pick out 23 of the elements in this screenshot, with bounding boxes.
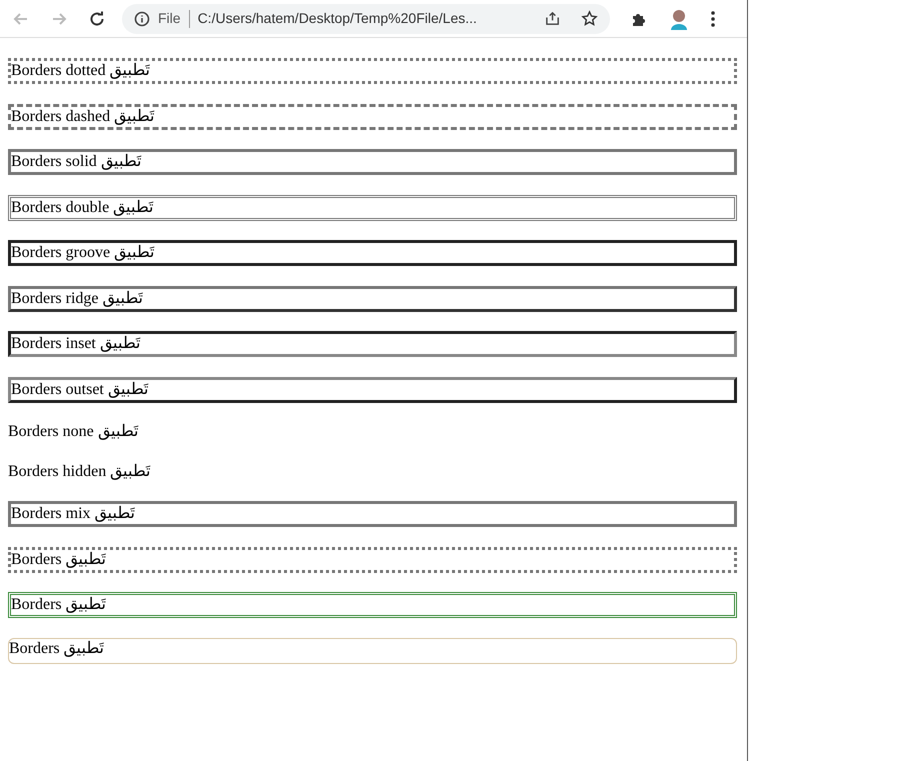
bordered-text-box: Borders dotted تَطبيق bbox=[8, 58, 737, 84]
menu-icon[interactable] bbox=[710, 10, 716, 28]
bordered-text-box: Borders groove تَطبيق bbox=[8, 240, 737, 266]
bordered-text-box: Borders dashed تَطبيق bbox=[8, 104, 737, 130]
scheme-label: File bbox=[158, 9, 181, 28]
info-icon[interactable] bbox=[134, 10, 150, 26]
star-icon[interactable] bbox=[581, 10, 598, 27]
share-icon[interactable] bbox=[544, 10, 561, 27]
bordered-text-box: Borders outset تَطبيق bbox=[8, 376, 737, 402]
reload-icon[interactable] bbox=[88, 10, 106, 28]
text-line: Borders hidden تَطبيق bbox=[8, 462, 152, 482]
bordered-text-box: Borders mix تَطبيق bbox=[8, 501, 737, 527]
bordered-text-box: Borders تَطبيق bbox=[8, 592, 737, 618]
address-bar[interactable]: File C:/Users/hatem/Desktop/Temp%20File/Les... bbox=[122, 4, 610, 34]
bordered-text-box: Borders تَطبيق bbox=[8, 546, 737, 572]
text-line: Borders none تَطبيق bbox=[8, 422, 140, 442]
bordered-text-box: Borders solid تَطبيق bbox=[8, 149, 737, 175]
bordered-text-box: Borders inset تَطبيق bbox=[8, 331, 737, 357]
bordered-text-box: Borders ridge تَطبيق bbox=[8, 286, 737, 312]
bordered-text-box: Borders تَطبيق bbox=[8, 638, 737, 664]
url-text: C:/Users/hatem/Desktop/Temp%20File/Les... bbox=[198, 9, 477, 28]
bordered-text-box: Borders double تَطبيق bbox=[8, 194, 737, 220]
avatar-icon[interactable] bbox=[668, 8, 690, 30]
